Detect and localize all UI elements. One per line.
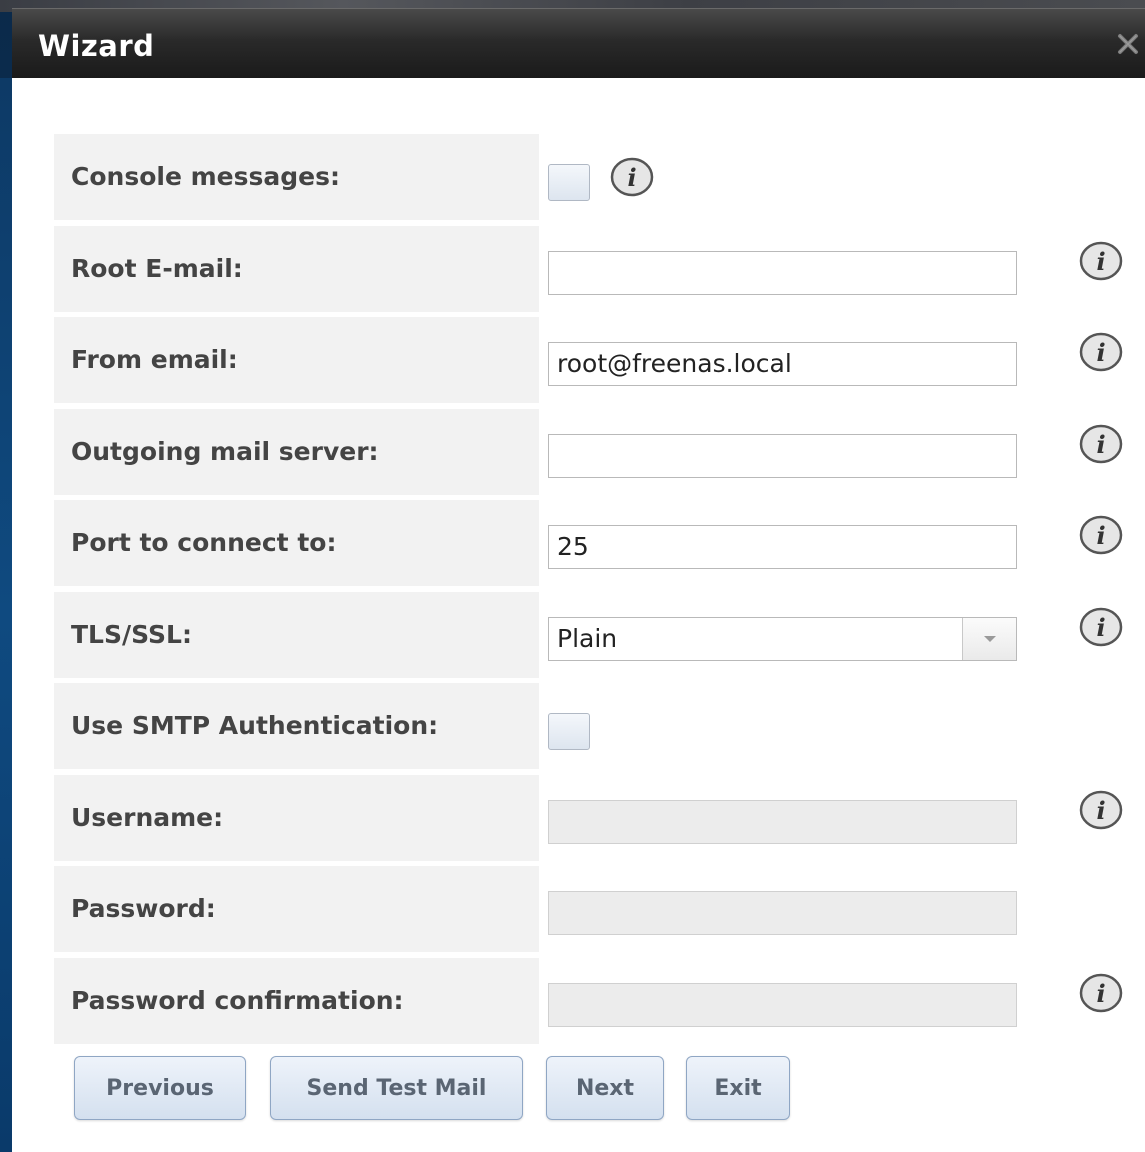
tls-ssl-label: TLS/SSL:	[71, 619, 192, 649]
svg-text:i: i	[1096, 247, 1105, 276]
email-settings-form: Console messages: i Root E-mail: i From …	[54, 134, 1134, 1049]
label-cell: Outgoing mail server:	[54, 408, 539, 495]
exit-button[interactable]: Exit	[686, 1056, 790, 1120]
label-cell: TLS/SSL:	[54, 591, 539, 678]
username-field[interactable]	[548, 799, 1017, 844]
outgoing-server-label: Outgoing mail server:	[71, 436, 379, 466]
password-confirmation-field[interactable]	[548, 982, 1017, 1027]
root-email-field[interactable]	[548, 250, 1017, 295]
outgoing-server-field[interactable]	[548, 433, 1017, 478]
info-icon[interactable]: i	[609, 157, 655, 197]
info-icon[interactable]: i	[1078, 424, 1124, 464]
from-email-label: From email:	[71, 345, 238, 374]
info-icon[interactable]: i	[1078, 241, 1124, 281]
row-username: Username: i	[54, 774, 1134, 861]
console-messages-label: Console messages:	[71, 162, 340, 191]
port-field[interactable]: 25	[548, 525, 1017, 569]
row-root-email: Root E-mail: i	[54, 225, 1134, 312]
password-label: Password:	[71, 894, 216, 923]
svg-text:i: i	[1096, 796, 1105, 825]
password-confirmation-label: Password confirmation:	[71, 985, 404, 1015]
desktop-background-side	[0, 78, 12, 1152]
tls-ssl-select[interactable]: Plain	[548, 616, 1017, 661]
row-password-confirmation: Password confirmation: i	[54, 957, 1134, 1044]
root-email-label: Root E-mail:	[71, 253, 243, 283]
smtp-auth-checkbox[interactable]	[548, 713, 590, 750]
password-field[interactable]	[548, 891, 1017, 935]
svg-text:i: i	[1096, 979, 1105, 1008]
row-outgoing-server: Outgoing mail server: i	[54, 408, 1134, 495]
info-icon[interactable]: i	[1078, 332, 1124, 372]
row-smtp-auth: Use SMTP Authentication:	[54, 683, 1134, 769]
row-from-email: From email: root@freenas.local i	[54, 317, 1134, 403]
svg-text:i: i	[1096, 430, 1105, 459]
info-icon[interactable]: i	[1078, 790, 1124, 830]
row-tls-ssl: TLS/SSL: Plain i	[54, 591, 1134, 678]
row-port: Port to connect to: 25 i	[54, 500, 1134, 586]
console-messages-checkbox[interactable]	[548, 164, 590, 201]
label-cell: Root E-mail:	[54, 225, 539, 312]
row-console-messages: Console messages: i	[54, 134, 1134, 220]
smtp-auth-label: Use SMTP Authentication:	[71, 711, 439, 740]
label-cell: Username:	[54, 774, 539, 861]
from-email-field[interactable]: root@freenas.local	[548, 342, 1017, 386]
label-cell: Password:	[54, 866, 539, 952]
port-label: Port to connect to:	[71, 528, 337, 557]
row-password: Password:	[54, 866, 1134, 952]
dialog-title: Wizard	[38, 29, 155, 63]
close-icon[interactable]	[1115, 31, 1141, 57]
label-cell: Console messages:	[54, 134, 539, 220]
dialog-titlebar[interactable]: Wizard	[12, 8, 1145, 78]
chevron-down-icon[interactable]	[962, 617, 1016, 660]
svg-text:i: i	[1096, 338, 1105, 367]
next-button[interactable]: Next	[546, 1056, 664, 1120]
label-cell: Port to connect to:	[54, 500, 539, 586]
label-cell: From email:	[54, 317, 539, 403]
svg-text:i: i	[627, 163, 636, 192]
label-cell: Use SMTP Authentication:	[54, 683, 539, 769]
label-cell: Password confirmation:	[54, 957, 539, 1044]
previous-button[interactable]: Previous	[74, 1056, 246, 1120]
svg-text:i: i	[1096, 613, 1105, 642]
info-icon[interactable]: i	[1078, 973, 1124, 1013]
info-icon[interactable]: i	[1078, 515, 1124, 555]
svg-text:i: i	[1096, 521, 1105, 550]
info-icon[interactable]: i	[1078, 607, 1124, 647]
username-label: Username:	[71, 802, 224, 832]
send-test-mail-button[interactable]: Send Test Mail	[270, 1056, 523, 1120]
tls-ssl-value: Plain	[557, 623, 618, 653]
